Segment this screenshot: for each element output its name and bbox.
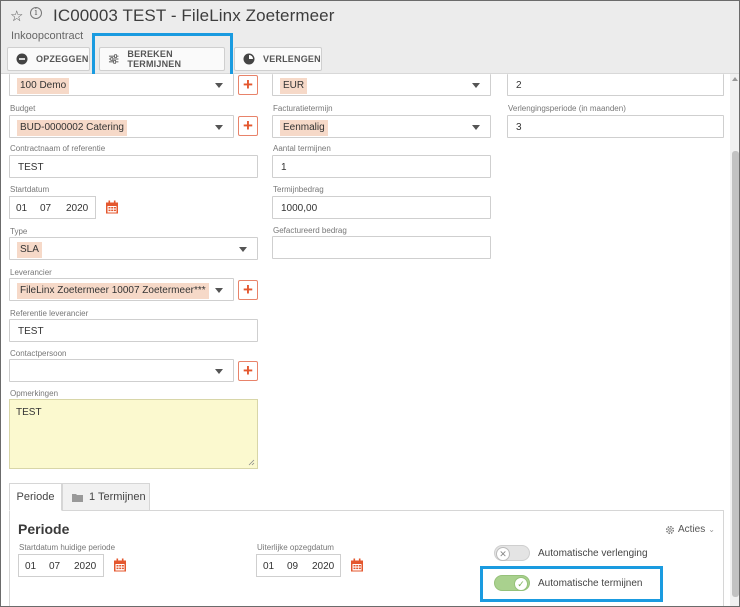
- invoice-term-label: Facturatietermijn: [273, 104, 333, 113]
- highlight-auto-terms: [480, 566, 663, 602]
- verlengen-label: VERLENGEN: [263, 54, 321, 64]
- invoiced-amount-label: Gefactureerd bedrag: [273, 226, 347, 235]
- currency-value: EUR: [280, 78, 308, 94]
- renewal-period-label: Verlengingsperiode (in maanden): [508, 104, 626, 113]
- contact-label: Contactpersoon: [10, 349, 67, 358]
- auto-renew-label: Automatische verlenging: [538, 548, 648, 559]
- start-date-day: 01: [16, 203, 28, 214]
- start-date-year: 2020: [66, 203, 89, 214]
- type-label: Type: [10, 227, 28, 236]
- contract-name-label: Contractnaam of referentie: [10, 144, 106, 153]
- supplier-ref-value: TEST: [18, 326, 44, 337]
- remarks-textarea[interactable]: TEST: [9, 399, 258, 469]
- term-amount-input[interactable]: 1000,00: [272, 196, 491, 219]
- latest-cancel-month: 09: [287, 561, 299, 572]
- clock-icon: [243, 53, 255, 65]
- contract-name-value: TEST: [18, 162, 44, 173]
- add-supplier-button[interactable]: +: [238, 280, 258, 300]
- start-date-month: 07: [40, 203, 52, 214]
- latest-cancel-year: 2020: [312, 561, 335, 572]
- add-contact-button[interactable]: +: [238, 361, 258, 381]
- latest-cancel-input[interactable]: 01 09 2020: [256, 554, 341, 577]
- budget-value: BUD-0000002 Catering: [17, 120, 127, 136]
- chevron-down-icon: [215, 83, 223, 88]
- top-select-left-value: 100 Demo: [17, 78, 70, 94]
- periode-title: Periode: [18, 521, 70, 537]
- chevron-down-icon: [215, 369, 223, 374]
- tab-periode-label: Periode: [16, 491, 55, 503]
- top-select-left[interactable]: 100 Demo: [9, 74, 234, 96]
- auto-renew-toggle[interactable]: ✕: [494, 545, 530, 561]
- supplier-value: FileLinx Zoetermeer 10007 Zoetermeer***: [17, 283, 209, 299]
- num-terms-value: 1: [281, 162, 287, 173]
- page-subtitle: Inkoopcontract: [11, 30, 84, 42]
- start-date-input[interactable]: 01 07 2020: [9, 196, 96, 219]
- opzeggen-label: OPZEGGEN: [36, 54, 89, 64]
- verlengen-button[interactable]: VERLENGEN: [234, 47, 322, 71]
- tab-termijnen[interactable]: 1 Termijnen: [62, 483, 150, 511]
- star-icon[interactable]: ☆: [10, 7, 23, 25]
- page-title: IC00003 TEST - FileLinx Zoetermeer: [53, 6, 335, 25]
- highlight-bereken-termijnen: [92, 33, 233, 80]
- start-current-day: 01: [25, 561, 37, 572]
- calendar-icon[interactable]: [113, 558, 127, 572]
- right-top-value: 2: [516, 80, 522, 91]
- remarks-label: Opmerkingen: [10, 389, 59, 398]
- contract-name-input[interactable]: TEST: [9, 155, 258, 178]
- remarks-value: TEST: [16, 407, 42, 418]
- acties-label: Acties: [678, 524, 706, 535]
- calendar-icon[interactable]: [105, 200, 119, 214]
- tab-periode[interactable]: Periode: [9, 483, 62, 511]
- gear-icon: [666, 525, 674, 534]
- start-current-month: 07: [49, 561, 61, 572]
- info-icon[interactable]: i: [30, 7, 42, 19]
- chevron-down-icon: [239, 247, 247, 252]
- renewal-period-value: 3: [516, 122, 522, 133]
- contact-select[interactable]: [9, 359, 234, 382]
- type-select[interactable]: SLA: [9, 237, 258, 260]
- start-current-year: 2020: [74, 561, 97, 572]
- acties-menu[interactable]: Acties ⌄: [665, 524, 715, 535]
- scroll-up-arrow-icon[interactable]: [732, 77, 738, 81]
- budget-label: Budget: [10, 104, 36, 113]
- supplier-ref-label: Referentie leverancier: [10, 309, 89, 318]
- term-amount-label: Termijnbedrag: [273, 185, 324, 194]
- resize-handle-icon[interactable]: [248, 459, 255, 466]
- close-icon: ✕: [496, 547, 510, 561]
- start-date-label: Startdatum: [10, 185, 50, 194]
- latest-cancel-day: 01: [263, 561, 275, 572]
- renewal-period-input[interactable]: 3: [507, 115, 724, 138]
- chevron-down-icon: [472, 83, 480, 88]
- supplier-label: Leverancier: [10, 268, 52, 277]
- supplier-ref-input[interactable]: TEST: [9, 319, 258, 342]
- latest-cancel-label: Uiterlijke opzegdatum: [257, 543, 334, 552]
- add-budget-button[interactable]: +: [238, 116, 258, 136]
- invoice-term-value: Eenmalig: [280, 120, 328, 136]
- term-amount-value: 1000,00: [281, 203, 318, 214]
- type-value: SLA: [17, 242, 42, 258]
- minus-circle-icon: [16, 53, 28, 65]
- app-window: ☆ i IC00003 TEST - FileLinx Zoetermeer I…: [0, 0, 740, 607]
- add-top-select-button[interactable]: +: [238, 75, 258, 95]
- currency-select[interactable]: EUR: [272, 74, 491, 96]
- tab-termijnen-label: 1 Termijnen: [89, 491, 146, 503]
- chevron-down-icon: [215, 125, 223, 130]
- right-top-input[interactable]: 2: [507, 74, 724, 96]
- num-terms-label: Aantal termijnen: [273, 144, 331, 153]
- chevron-down-icon: [215, 288, 223, 293]
- opzeggen-button[interactable]: OPZEGGEN: [7, 47, 90, 71]
- num-terms-input[interactable]: 1: [272, 155, 491, 178]
- calendar-icon[interactable]: [350, 558, 364, 572]
- start-current-label: Startdatum huidige periode: [19, 543, 116, 552]
- chevron-down-icon: ⌄: [708, 525, 715, 534]
- folder-icon: [72, 493, 83, 502]
- invoice-term-select[interactable]: Eenmalig: [272, 115, 491, 138]
- chevron-down-icon: [472, 125, 480, 130]
- budget-select[interactable]: BUD-0000002 Catering: [9, 115, 234, 138]
- start-current-input[interactable]: 01 07 2020: [18, 554, 104, 577]
- invoiced-amount-input[interactable]: [272, 236, 491, 259]
- scrollbar-thumb[interactable]: [732, 151, 739, 597]
- supplier-select[interactable]: FileLinx Zoetermeer 10007 Zoetermeer***: [9, 278, 234, 301]
